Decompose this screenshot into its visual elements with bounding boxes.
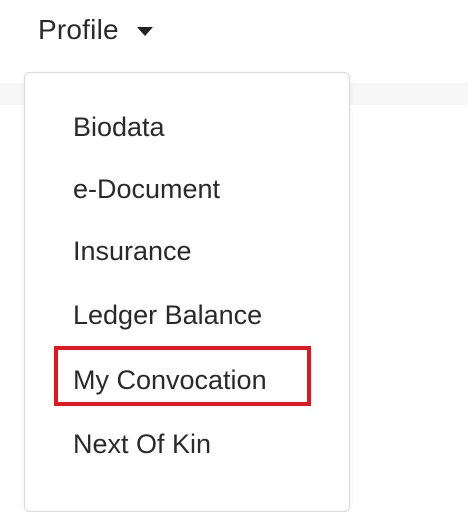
highlight-box [54,346,311,406]
menu-item-biodata[interactable]: Biodata [73,107,165,147]
profile-label: Profile [38,14,119,45]
menu-item-insurance[interactable]: Insurance [73,231,192,271]
profile-dropdown-toggle[interactable]: Profile [38,8,153,52]
profile-dropdown-menu: Biodata e-Document Insurance Ledger Bala… [24,72,350,512]
caret-down-icon [136,26,153,36]
menu-item-ledger-balance[interactable]: Ledger Balance [73,295,262,335]
menu-item-next-of-kin[interactable]: Next Of Kin [73,424,211,464]
menu-item-e-document[interactable]: e-Document [73,169,220,209]
